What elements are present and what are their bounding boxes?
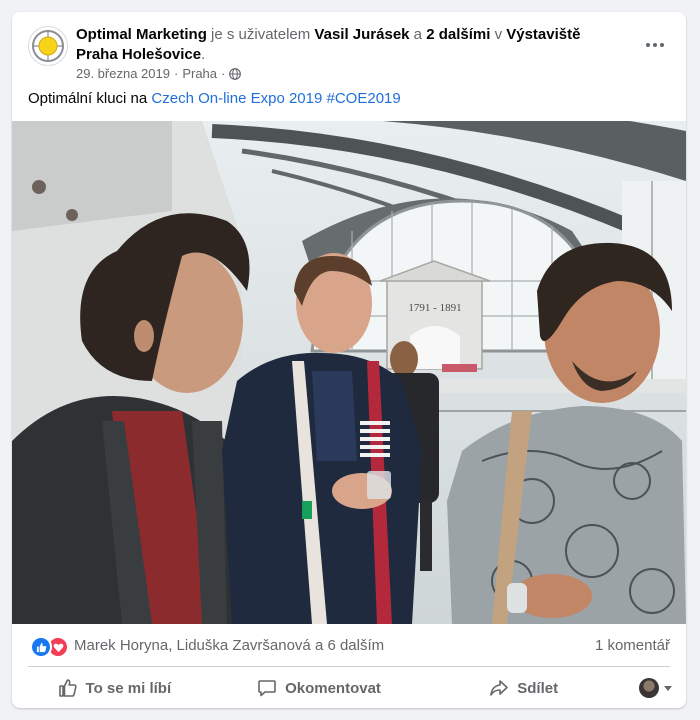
caption-link[interactable]: Czech On-line Expo 2019 [151, 90, 322, 107]
globe-icon[interactable] [229, 67, 242, 80]
more-options-icon[interactable] [642, 34, 668, 56]
comment-button[interactable]: Okomentovat [217, 670, 422, 706]
like-reaction-icon [30, 636, 52, 658]
post-meta: 29. března 2019 · Praha · [76, 66, 242, 81]
comment-icon [258, 680, 276, 697]
meta-separator-2: · [221, 66, 226, 81]
photo-image: 1791 - 1891 [12, 121, 686, 624]
share-icon [490, 680, 509, 696]
comments-count[interactable]: 1 komentář [595, 637, 670, 654]
caret-down-icon [664, 686, 673, 691]
actions-divider [28, 666, 670, 667]
thumbs-up-icon [58, 679, 77, 697]
hashtag-link[interactable]: #COE2019 [327, 90, 401, 107]
like-label: To se mi líbí [85, 679, 172, 697]
reaction-names[interactable]: Marek Horyna, Liduška Završanová a 6 dal… [74, 637, 384, 654]
profile-avatar [639, 678, 660, 698]
tagged-user-link[interactable]: Vasil Jurásek [314, 26, 409, 43]
photo-sign-text: 1791 - 1891 [408, 302, 461, 314]
share-label: Sdílet [517, 679, 559, 697]
reactions-bar: Marek Horyna, Liduška Završanová a 6 dal… [12, 624, 686, 668]
in-text: v [494, 26, 503, 43]
post-photo[interactable]: 1791 - 1891 [12, 121, 686, 624]
post-caption: Optimální kluci na Czech On-line Expo 20… [28, 90, 401, 107]
post-date[interactable]: 29. března 2019 [76, 66, 170, 81]
like-button[interactable]: To se mi líbí [12, 670, 217, 706]
post-header: Optimal Marketing je s uživatelem Vasil … [12, 12, 686, 92]
post-place[interactable]: Praha [182, 66, 217, 81]
post-actions: To se mi líbí Okomentovat Sdílet [12, 668, 686, 708]
page-name-link[interactable]: Optimal Marketing [76, 26, 207, 43]
others-link[interactable]: 2 dalšími [426, 26, 490, 43]
with-text: je s uživatelem [211, 26, 311, 43]
optimal-marketing-logo-icon [32, 30, 64, 62]
post-card: Optimal Marketing je s uživatelem Vasil … [12, 12, 686, 708]
share-button[interactable]: Sdílet [421, 670, 626, 706]
comment-label: Okomentovat [285, 679, 381, 697]
page-avatar[interactable] [28, 26, 68, 66]
caption-text: Optimální kluci na [28, 90, 148, 107]
post-headline: Optimal Marketing je s uživatelem Vasil … [76, 25, 616, 65]
meta-separator: · [173, 66, 179, 81]
reaction-icons[interactable] [30, 636, 69, 658]
audience-selector[interactable] [626, 678, 686, 698]
period: . [201, 46, 206, 63]
and-text: a [413, 26, 423, 43]
